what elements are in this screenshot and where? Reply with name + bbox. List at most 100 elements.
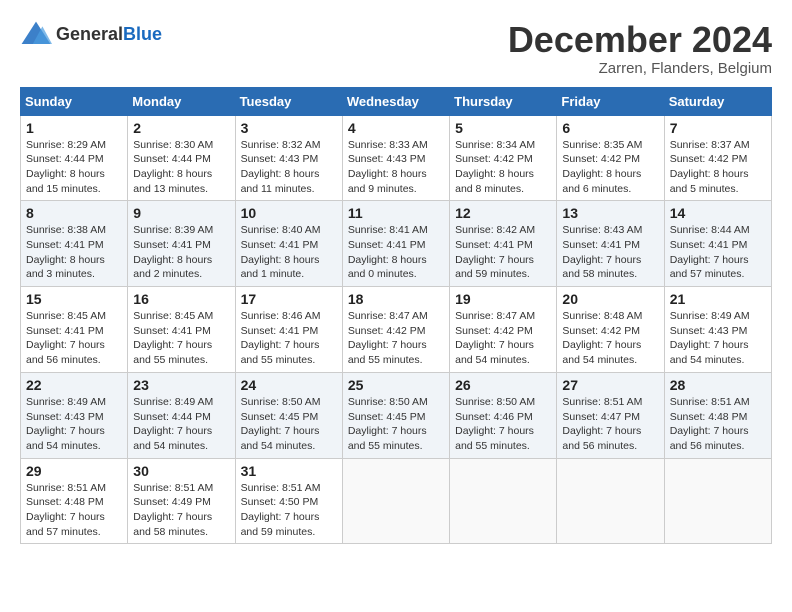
day-info: Sunrise: 8:39 AM Sunset: 4:41 PM Dayligh… (133, 223, 229, 282)
calendar-cell: 23 Sunrise: 8:49 AM Sunset: 4:44 PM Dayli… (128, 372, 235, 458)
calendar-cell: 13Sunrise: 8:43 AM Sunset: 4:41 PM Dayli… (557, 201, 664, 287)
day-info: Sunrise: 8:51 AM Sunset: 4:50 PM Dayligh… (241, 481, 337, 540)
day-number: 22 (26, 377, 122, 393)
day-info: Sunrise: 8:35 AM Sunset: 4:42 PM Dayligh… (562, 138, 658, 197)
calendar-header-row: SundayMondayTuesdayWednesdayThursdayFrid… (21, 87, 772, 115)
day-number: 17 (241, 291, 337, 307)
calendar-cell: 29Sunrise: 8:51 AM Sunset: 4:48 PM Dayli… (21, 458, 128, 544)
calendar-cell: 30 Sunrise: 8:51 AM Sunset: 4:49 PM Dayli… (128, 458, 235, 544)
calendar-cell (664, 458, 771, 544)
calendar-cell: 4Sunrise: 8:33 AM Sunset: 4:43 PM Daylig… (342, 115, 449, 201)
column-header-saturday: Saturday (664, 87, 771, 115)
calendar-cell: 28 Sunrise: 8:51 AM Sunset: 4:48 PM Dayli… (664, 372, 771, 458)
day-info: Sunrise: 8:50 AM Sunset: 4:45 PM Dayligh… (241, 395, 337, 454)
calendar-cell: 27 Sunrise: 8:51 AM Sunset: 4:47 PM Dayli… (557, 372, 664, 458)
day-number: 14 (670, 205, 766, 221)
day-number: 30 (133, 463, 229, 479)
calendar-cell: 12 Sunrise: 8:42 AM Sunset: 4:41 PM Dayli… (450, 201, 557, 287)
calendar-week-row: 29Sunrise: 8:51 AM Sunset: 4:48 PM Dayli… (21, 458, 772, 544)
calendar-cell: 14 Sunrise: 8:44 AM Sunset: 4:41 PM Dayli… (664, 201, 771, 287)
month-year-title: December 2024 (508, 20, 772, 60)
column-header-tuesday: Tuesday (235, 87, 342, 115)
day-number: 12 (455, 205, 551, 221)
day-info: Sunrise: 8:40 AM Sunset: 4:41 PM Dayligh… (241, 223, 337, 282)
day-number: 31 (241, 463, 337, 479)
day-info: Sunrise: 8:51 AM Sunset: 4:47 PM Dayligh… (562, 395, 658, 454)
calendar-cell: 22Sunrise: 8:49 AM Sunset: 4:43 PM Dayli… (21, 372, 128, 458)
calendar-cell: 18Sunrise: 8:47 AM Sunset: 4:42 PM Dayli… (342, 287, 449, 373)
day-number: 10 (241, 205, 337, 221)
day-number: 29 (26, 463, 122, 479)
day-info: Sunrise: 8:48 AM Sunset: 4:42 PM Dayligh… (562, 309, 658, 368)
day-number: 7 (670, 120, 766, 136)
calendar-cell: 31 Sunrise: 8:51 AM Sunset: 4:50 PM Dayli… (235, 458, 342, 544)
day-number: 16 (133, 291, 229, 307)
page-header: GeneralBlue December 2024 Zarren, Flande… (20, 20, 772, 77)
day-info: Sunrise: 8:47 AM Sunset: 4:42 PM Dayligh… (455, 309, 551, 368)
calendar-cell: 24 Sunrise: 8:50 AM Sunset: 4:45 PM Dayli… (235, 372, 342, 458)
logo: GeneralBlue (20, 20, 162, 48)
column-header-friday: Friday (557, 87, 664, 115)
day-number: 3 (241, 120, 337, 136)
day-info: Sunrise: 8:34 AM Sunset: 4:42 PM Dayligh… (455, 138, 551, 197)
calendar-cell: 25 Sunrise: 8:50 AM Sunset: 4:45 PM Dayli… (342, 372, 449, 458)
calendar-cell: 20 Sunrise: 8:48 AM Sunset: 4:42 PM Dayli… (557, 287, 664, 373)
title-area: December 2024 Zarren, Flanders, Belgium (508, 20, 772, 77)
calendar-cell: 6 Sunrise: 8:35 AM Sunset: 4:42 PM Daylig… (557, 115, 664, 201)
calendar-cell: 7Sunrise: 8:37 AM Sunset: 4:42 PM Daylig… (664, 115, 771, 201)
day-info: Sunrise: 8:51 AM Sunset: 4:49 PM Dayligh… (133, 481, 229, 540)
calendar-cell: 8 Sunrise: 8:38 AM Sunset: 4:41 PM Daylig… (21, 201, 128, 287)
day-info: Sunrise: 8:45 AM Sunset: 4:41 PM Dayligh… (26, 309, 122, 368)
column-header-thursday: Thursday (450, 87, 557, 115)
logo-blue: Blue (123, 24, 162, 44)
calendar-week-row: 1 Sunrise: 8:29 AM Sunset: 4:44 PM Daylig… (21, 115, 772, 201)
calendar-table: SundayMondayTuesdayWednesdayThursdayFrid… (20, 87, 772, 545)
day-number: 9 (133, 205, 229, 221)
calendar-week-row: 15Sunrise: 8:45 AM Sunset: 4:41 PM Dayli… (21, 287, 772, 373)
column-header-wednesday: Wednesday (342, 87, 449, 115)
day-number: 20 (562, 291, 658, 307)
day-info: Sunrise: 8:45 AM Sunset: 4:41 PM Dayligh… (133, 309, 229, 368)
day-number: 19 (455, 291, 551, 307)
day-info: Sunrise: 8:42 AM Sunset: 4:41 PM Dayligh… (455, 223, 551, 282)
calendar-cell (450, 458, 557, 544)
day-info: Sunrise: 8:51 AM Sunset: 4:48 PM Dayligh… (670, 395, 766, 454)
calendar-cell: 15Sunrise: 8:45 AM Sunset: 4:41 PM Dayli… (21, 287, 128, 373)
day-number: 8 (26, 205, 122, 221)
day-info: Sunrise: 8:44 AM Sunset: 4:41 PM Dayligh… (670, 223, 766, 282)
day-number: 27 (562, 377, 658, 393)
day-number: 5 (455, 120, 551, 136)
day-number: 25 (348, 377, 444, 393)
day-number: 26 (455, 377, 551, 393)
logo-icon (20, 20, 52, 48)
day-number: 1 (26, 120, 122, 136)
column-header-sunday: Sunday (21, 87, 128, 115)
day-info: Sunrise: 8:33 AM Sunset: 4:43 PM Dayligh… (348, 138, 444, 197)
day-number: 23 (133, 377, 229, 393)
calendar-cell: 11Sunrise: 8:41 AM Sunset: 4:41 PM Dayli… (342, 201, 449, 287)
day-info: Sunrise: 8:49 AM Sunset: 4:44 PM Dayligh… (133, 395, 229, 454)
calendar-cell (557, 458, 664, 544)
calendar-cell: 5 Sunrise: 8:34 AM Sunset: 4:42 PM Daylig… (450, 115, 557, 201)
day-number: 18 (348, 291, 444, 307)
calendar-cell: 2Sunrise: 8:30 AM Sunset: 4:44 PM Daylig… (128, 115, 235, 201)
calendar-cell: 10 Sunrise: 8:40 AM Sunset: 4:41 PM Dayli… (235, 201, 342, 287)
day-info: Sunrise: 8:50 AM Sunset: 4:45 PM Dayligh… (348, 395, 444, 454)
day-number: 24 (241, 377, 337, 393)
day-info: Sunrise: 8:46 AM Sunset: 4:41 PM Dayligh… (241, 309, 337, 368)
day-info: Sunrise: 8:29 AM Sunset: 4:44 PM Dayligh… (26, 138, 122, 197)
day-number: 6 (562, 120, 658, 136)
column-header-monday: Monday (128, 87, 235, 115)
day-number: 2 (133, 120, 229, 136)
day-info: Sunrise: 8:38 AM Sunset: 4:41 PM Dayligh… (26, 223, 122, 282)
day-number: 21 (670, 291, 766, 307)
logo-general: General (56, 24, 123, 44)
location-subtitle: Zarren, Flanders, Belgium (508, 60, 772, 77)
day-number: 28 (670, 377, 766, 393)
day-number: 11 (348, 205, 444, 221)
day-info: Sunrise: 8:50 AM Sunset: 4:46 PM Dayligh… (455, 395, 551, 454)
calendar-cell: 26 Sunrise: 8:50 AM Sunset: 4:46 PM Dayli… (450, 372, 557, 458)
day-info: Sunrise: 8:32 AM Sunset: 4:43 PM Dayligh… (241, 138, 337, 197)
calendar-week-row: 22Sunrise: 8:49 AM Sunset: 4:43 PM Dayli… (21, 372, 772, 458)
calendar-week-row: 8 Sunrise: 8:38 AM Sunset: 4:41 PM Daylig… (21, 201, 772, 287)
